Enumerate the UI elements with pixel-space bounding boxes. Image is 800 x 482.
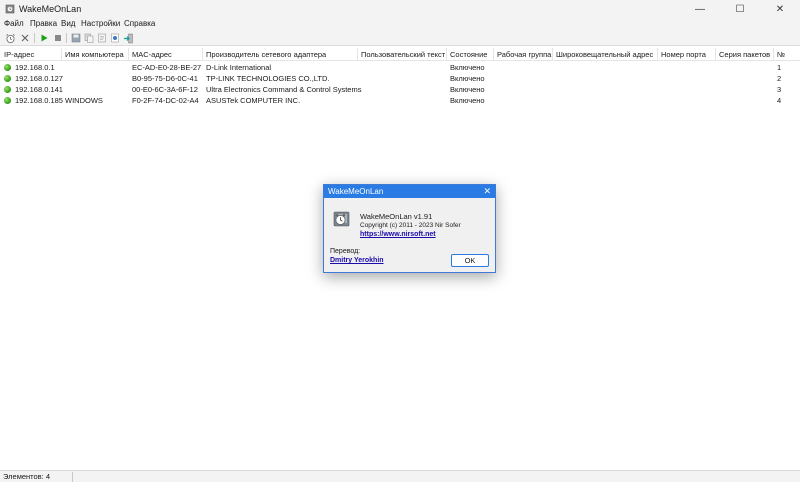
cell-ip: 192.168.0.1 xyxy=(15,63,55,72)
column-divider[interactable] xyxy=(552,48,553,60)
cell-mac: B0-95-75-D6-0C-41 xyxy=(132,74,198,83)
column-divider[interactable] xyxy=(446,48,447,60)
column-divider[interactable] xyxy=(357,48,358,60)
cell-vendor: TP-LINK TECHNOLOGIES CO.,LTD. xyxy=(206,74,330,83)
copy-html-icon[interactable] xyxy=(96,32,108,44)
minimize-button[interactable]: — xyxy=(680,0,720,18)
column-divider[interactable] xyxy=(61,48,62,60)
cell-mac: EC-AD-E0-28-BE-27 xyxy=(132,63,202,72)
column-divider[interactable] xyxy=(773,48,774,60)
play-icon[interactable] xyxy=(38,32,50,44)
cell-state: Включено xyxy=(450,63,485,72)
column-header-mac[interactable]: MAC-адрес xyxy=(132,50,172,59)
cell-state: Включено xyxy=(450,96,485,105)
toolbar-separator xyxy=(34,33,35,43)
cell-number: 2 xyxy=(777,74,782,83)
cell-state: Включено xyxy=(450,85,485,94)
about-dialog: WakeMeOnLan ✕ WakeMeOnLan v1.91 Copyrigh… xyxy=(323,184,496,273)
column-header-broadcast[interactable]: Широковещательный адрес xyxy=(556,50,653,59)
cell-ip: 192.168.0.141 xyxy=(15,85,63,94)
cell-mac: 00-E0-6C-3A-6F-12 xyxy=(132,85,198,94)
cell-number: 4 xyxy=(777,96,782,105)
menu-bar: Файл Правка Вид Настройки Справка xyxy=(0,18,800,30)
table-row[interactable]: 192.168.0.141 00-E0-6C-3A-6F-12 Ultra El… xyxy=(0,84,800,95)
title-bar: WakeMeOnLan — ☐ ✕ xyxy=(0,0,800,18)
column-header-custom-text[interactable]: Пользовательский текст xyxy=(361,50,445,59)
app-logo-icon xyxy=(333,210,351,228)
list-header: IP-адрес Имя компьютера MAC-адрес Произв… xyxy=(0,47,800,61)
cell-ip: 192.168.0.127 xyxy=(15,74,63,83)
cell-ip: 192.168.0.185 xyxy=(15,96,63,105)
column-divider[interactable] xyxy=(128,48,129,60)
app-icon xyxy=(5,4,15,14)
cell-vendor: D-Link International xyxy=(206,63,272,72)
column-divider[interactable] xyxy=(715,48,716,60)
dialog-title-bar[interactable]: WakeMeOnLan ✕ xyxy=(324,185,495,198)
copy-icon[interactable] xyxy=(83,32,95,44)
toolbar xyxy=(0,30,800,46)
cell-computer-name: WINDOWS xyxy=(65,96,103,105)
save-icon[interactable] xyxy=(70,32,82,44)
column-header-ip[interactable]: IP-адрес xyxy=(4,50,34,59)
close-window-button[interactable]: ✕ xyxy=(760,0,800,18)
stop-icon[interactable] xyxy=(52,32,64,44)
column-header-workgroup[interactable]: Рабочая группа xyxy=(497,50,551,59)
column-header-vendor[interactable]: Производитель сетевого адаптера xyxy=(206,50,326,59)
toolbar-separator xyxy=(66,33,67,43)
ok-button[interactable]: OK xyxy=(451,254,489,267)
alarm-clock-icon[interactable] xyxy=(4,32,16,44)
status-separator xyxy=(72,472,73,482)
properties-icon[interactable] xyxy=(109,32,121,44)
translator-link[interactable]: Dmitry Yerokhin xyxy=(330,257,384,264)
cell-state: Включено xyxy=(450,74,485,83)
menu-view[interactable]: Вид xyxy=(61,19,75,28)
status-on-icon xyxy=(4,97,11,104)
cell-number: 1 xyxy=(777,63,782,72)
column-divider[interactable] xyxy=(657,48,658,60)
cell-mac: F0-2F-74-DC-02-A4 xyxy=(132,96,199,105)
window-title: WakeMeOnLan xyxy=(19,4,82,14)
table-row[interactable]: 192.168.0.127 B0-95-75-D6-0C-41 TP-LINK … xyxy=(0,73,800,84)
status-on-icon xyxy=(4,86,11,93)
column-divider[interactable] xyxy=(202,48,203,60)
translation-label: Перевод: xyxy=(330,248,361,255)
status-on-icon xyxy=(4,75,11,82)
column-header-computer-name[interactable]: Имя компьютера xyxy=(65,50,124,59)
status-on-icon xyxy=(4,64,11,71)
maximize-button[interactable]: ☐ xyxy=(720,0,760,18)
dialog-copyright: Copyright (c) 2011 - 2023 Nir Sofer xyxy=(360,222,461,229)
exit-icon[interactable] xyxy=(122,32,134,44)
table-row[interactable]: 192.168.0.1 EC-AD-E0-28-BE-27 D-Link Int… xyxy=(0,62,800,73)
column-header-number[interactable]: № xyxy=(777,50,785,59)
cell-vendor: Ultra Electronics Command & Control Syst… xyxy=(206,85,362,94)
menu-settings[interactable]: Настройки xyxy=(81,19,120,28)
dialog-app-name: WakeMeOnLan v1.91 xyxy=(360,212,433,221)
cell-number: 3 xyxy=(777,85,782,94)
dialog-title: WakeMeOnLan xyxy=(328,187,384,196)
website-link[interactable]: https://www.nirsoft.net xyxy=(360,231,436,238)
item-count: Элементов: 4 xyxy=(3,472,51,481)
table-row[interactable]: 192.168.0.185 WINDOWS F0-2F-74-DC-02-A4 … xyxy=(0,95,800,106)
column-divider[interactable] xyxy=(493,48,494,60)
status-bar: Элементов: 4 xyxy=(0,470,800,482)
cell-vendor: ASUSTek COMPUTER INC. xyxy=(206,96,301,105)
menu-help[interactable]: Справка xyxy=(124,19,155,28)
menu-file[interactable]: Файл xyxy=(4,19,24,28)
column-header-packet-series[interactable]: Серия пакетов xyxy=(719,50,770,59)
column-header-port[interactable]: Номер порта xyxy=(661,50,706,59)
menu-edit[interactable]: Правка xyxy=(30,19,57,28)
stop-x-icon[interactable] xyxy=(19,32,31,44)
column-header-state[interactable]: Состояние xyxy=(450,50,487,59)
dialog-close-button[interactable]: ✕ xyxy=(483,186,491,197)
